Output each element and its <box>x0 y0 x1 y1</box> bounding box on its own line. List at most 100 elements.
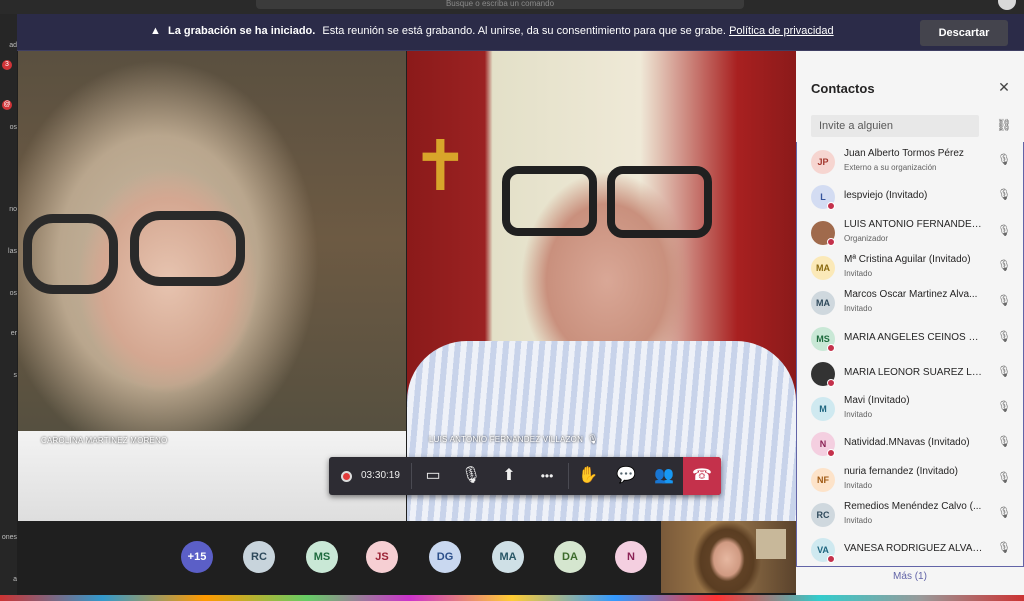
status-badge <box>827 449 835 458</box>
mic-off-icon: 🎙 <box>997 154 1011 166</box>
contact-list: JP Juan Alberto Tormos Pérez Externo a su … <box>796 142 1024 567</box>
notification-badge: 3 <box>2 60 12 70</box>
contact-role: Invitado <box>844 516 873 525</box>
participant-name-label: CAROLINA MARTINEZ MORENO <box>41 436 168 445</box>
contact-row[interactable]: JP Juan Alberto Tormos Pérez Externo a su … <box>797 142 1024 178</box>
self-view-video[interactable] <box>661 521 796 593</box>
mic-off-icon: 🎙 <box>997 365 1011 378</box>
status-badge <box>827 202 835 211</box>
rail-item[interactable]: a <box>0 576 17 583</box>
contact-row[interactable]: M Mavi (Invitado) Invitado 🎙 <box>797 389 1024 425</box>
call-timer: 03:30:19 <box>361 470 400 481</box>
mic-off-icon: 🎙 <box>997 471 1011 484</box>
divider <box>411 463 412 489</box>
video-feed-detail <box>502 166 597 236</box>
status-badge <box>827 555 835 564</box>
recording-icon <box>341 471 352 482</box>
mic-off-icon: 🎙 <box>997 224 1011 237</box>
participant-avatar[interactable]: JS <box>366 541 398 573</box>
status-badge <box>827 343 835 352</box>
mic-off-icon: 🎙 <box>997 401 1011 414</box>
raise-hand-icon[interactable]: ✋ <box>569 457 607 495</box>
close-icon[interactable]: ✕ <box>996 79 1012 95</box>
contact-row[interactable]: Llespviejo (Invitado) 🎙 <box>797 177 1024 213</box>
contact-name: Mª Cristina Aguilar (Invitado) <box>844 253 971 265</box>
panel-title: Contactos <box>811 81 875 96</box>
participant-avatar[interactable]: DA <box>554 541 586 573</box>
contact-name: Remedios Menéndez Calvo (... <box>844 501 982 512</box>
participant-strip: +15 RC MS JS DG MA DA N <box>18 521 661 598</box>
contact-row[interactable]: RC Remedios Menéndez Calvo (... Invitado 🎙 <box>797 495 1024 531</box>
participant-avatar[interactable]: DG <box>429 541 461 573</box>
rail-item[interactable]: er <box>0 330 17 337</box>
chat-icon[interactable]: 💬 <box>607 457 645 495</box>
command-search[interactable]: Busque o escriba un comando <box>256 0 744 9</box>
contact-role: Externo a su organización <box>844 163 937 172</box>
invite-input[interactable] <box>811 115 979 137</box>
contact-row[interactable]: N Natividad.MNavas (Invitado) 🎙 <box>797 424 1024 460</box>
avatar: NF <box>811 467 835 492</box>
camera-icon[interactable]: ▭ <box>414 457 452 495</box>
rail-item[interactable]: os <box>0 124 17 131</box>
dismiss-button[interactable]: Descartar <box>920 20 1008 46</box>
recording-text: Esta reunión se está grabando. Al unirse… <box>322 25 726 37</box>
contact-row[interactable]: MA Mª Cristina Aguilar (Invitado) Invitado… <box>797 248 1024 284</box>
mic-off-icon[interactable]: 🎙 <box>452 457 490 495</box>
contact-name: Marcos Oscar Martinez Alva... <box>844 289 978 301</box>
participant-avatar[interactable]: N <box>615 541 647 573</box>
recording-bold: La grabación se ha iniciado. <box>168 25 316 37</box>
video-tile-luis[interactable]: ✝ LUIS ANTONIO FERNANDEZ VILLAZON 🎙 <box>407 51 796 521</box>
avatar: MA <box>811 291 835 316</box>
participant-name: LUIS ANTONIO FERNANDEZ VILLAZON <box>429 435 584 444</box>
contact-row[interactable]: LUIS ANTONIO FERNANDEZ... Organizador 🎙 <box>797 213 1024 249</box>
privacy-policy-link[interactable]: Política de privacidad <box>729 25 834 37</box>
rail-item[interactable]: ad <box>0 42 17 49</box>
rail-item[interactable]: no <box>0 206 17 213</box>
rail-item[interactable]: ones <box>0 534 17 541</box>
user-avatar[interactable] <box>998 0 1016 10</box>
avatar: MA <box>811 255 835 280</box>
participant-name-label: LUIS ANTONIO FERNANDEZ VILLAZON 🎙 <box>429 434 599 445</box>
share-link-icon[interactable]: ⛓ <box>996 118 1012 134</box>
contact-name: nuria fernandez (Invitado) <box>844 465 958 477</box>
contact-name: lespviejo (Invitado) <box>844 190 928 202</box>
contact-name: MARIA LEONOR SUAREZ LL... <box>844 366 984 378</box>
participants-icon[interactable]: 👥 <box>645 457 683 495</box>
os-dock <box>0 595 1024 601</box>
rail-item[interactable]: s <box>0 372 18 379</box>
mic-off-icon: 🎙 <box>997 436 1011 449</box>
contact-role: Invitado <box>844 480 873 490</box>
contact-role: Invitado <box>844 410 873 420</box>
contact-name: VANESA RODRIGUEZ ALVAR... <box>844 543 984 555</box>
contact-row[interactable]: VA VANESA RODRIGUEZ ALVAR... 🎙 <box>797 530 1024 566</box>
contact-name: Juan Alberto Tormos Pérez <box>844 148 964 159</box>
rail-item[interactable]: las <box>0 248 17 255</box>
more-participants-avatar[interactable]: +15 <box>181 541 213 573</box>
video-tile-carolina[interactable]: CAROLINA MARTINEZ MORENO <box>18 51 406 521</box>
more-options-icon[interactable]: ••• <box>528 457 566 495</box>
recording-message: ▲ La grabación se ha iniciado. Esta reuni… <box>150 25 834 37</box>
share-screen-icon[interactable]: ⬆ <box>490 457 528 495</box>
avatar: JP <box>811 150 835 174</box>
video-feed-detail <box>607 166 712 238</box>
participant-avatar[interactable]: MA <box>492 541 524 573</box>
contact-row[interactable]: NF nuria fernandez (Invitado) Invitado 🎙 <box>797 460 1024 496</box>
rail-item[interactable]: os <box>0 290 17 297</box>
participant-avatar[interactable]: MS <box>306 541 338 573</box>
contact-name: Natividad.MNavas (Invitado) <box>844 437 970 449</box>
participant-avatar[interactable]: RC <box>243 541 275 573</box>
top-bar: Busque o escriba un comando <box>0 0 1024 14</box>
contact-row[interactable]: MARIA LEONOR SUAREZ LL... 🎙 <box>797 354 1024 390</box>
notification-badge: @ <box>2 100 12 110</box>
mic-off-icon: 🎙 <box>997 507 1011 519</box>
more-contacts-link[interactable]: Más (1) <box>796 571 1024 582</box>
recording-banner: ▲ La grabación se ha iniciado. Esta reuni… <box>17 14 1024 51</box>
contact-row[interactable]: MA Marcos Oscar Martinez Alva... Invitado 🎙 <box>797 283 1024 319</box>
hang-up-button[interactable]: ☎ <box>683 457 721 495</box>
contact-row[interactable]: MS MARIA ANGELES CEINOS SU... 🎙 <box>797 319 1024 355</box>
warning-icon: ▲ <box>150 25 161 37</box>
avatar: RC <box>811 503 835 527</box>
mic-off-icon: 🎙 <box>997 259 1011 272</box>
left-rail: ad os no las os er s ones a 3 @ <box>0 14 17 598</box>
video-feed-detail <box>756 529 786 559</box>
